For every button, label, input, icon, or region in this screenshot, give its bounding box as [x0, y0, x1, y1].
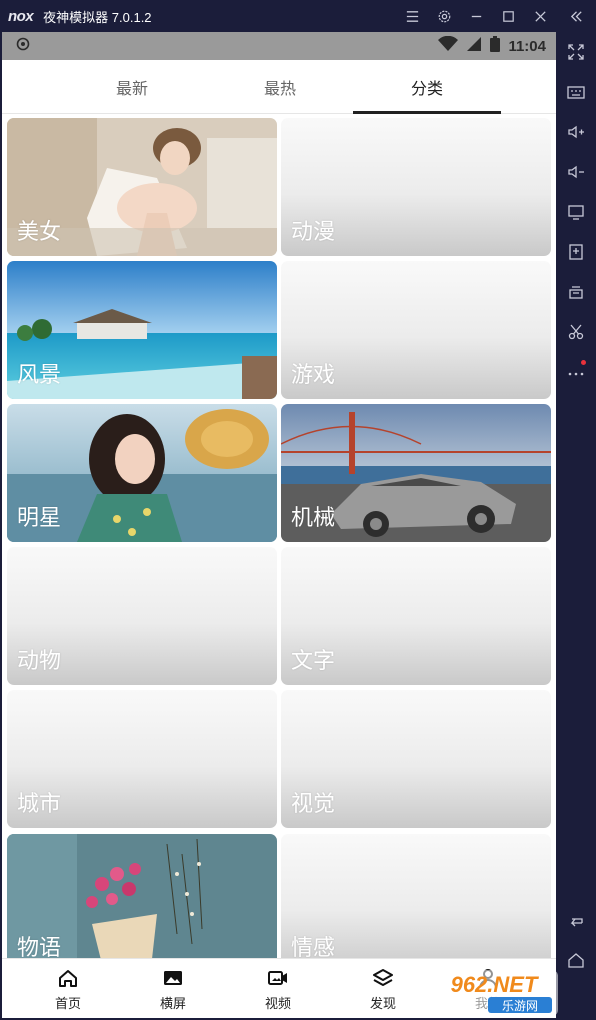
notification-dot	[581, 360, 586, 365]
collapse-sidebar-icon[interactable]	[556, 0, 596, 32]
volume-up-icon[interactable]	[556, 112, 596, 152]
battery-icon	[490, 36, 501, 56]
category-label: 动物	[17, 648, 62, 673]
category-card-machinery[interactable]: 机械	[281, 404, 551, 542]
settings-gear-icon[interactable]	[428, 0, 460, 32]
home-icon	[59, 969, 77, 987]
category-card-beauty[interactable]: 美女	[7, 118, 277, 256]
category-card-games[interactable]: 游戏	[281, 261, 551, 399]
phone-screen: 11:04 最新 最热 分类 美女 动漫 风景 游戏 明星 机械 动物 文字 城…	[2, 32, 556, 1018]
category-label: 明星	[17, 505, 62, 530]
active-tab-indicator	[353, 111, 501, 114]
emulator-title-bar: nox 夜神模拟器 7.0.1.2	[0, 0, 596, 32]
nav-discover[interactable]: 发现	[330, 959, 436, 1018]
nav-home[interactable]: 首页	[15, 959, 121, 1018]
tab-category[interactable]: 分类	[353, 60, 501, 114]
fullscreen-icon[interactable]	[556, 32, 596, 72]
category-label: 视觉	[291, 791, 336, 816]
screen-icon[interactable]	[556, 192, 596, 232]
category-label: 文字	[291, 648, 336, 673]
category-card-emotion[interactable]: 情感	[281, 834, 551, 958]
android-status-bar: 11:04	[2, 32, 556, 60]
watermark-text: 962.NET	[451, 972, 539, 997]
scissors-icon[interactable]	[556, 312, 596, 352]
category-label: 物语	[17, 935, 62, 958]
nox-logo: nox	[8, 7, 34, 25]
category-card-scenery[interactable]: 风景	[7, 261, 277, 399]
category-label: 游戏	[291, 362, 336, 387]
category-card-anime[interactable]: 动漫	[281, 118, 551, 256]
status-time: 11:04	[508, 37, 546, 55]
category-card-city[interactable]: 城市	[7, 690, 277, 828]
category-label: 美女	[17, 219, 62, 244]
maximize-icon[interactable]	[492, 0, 524, 32]
category-tabs: 最新 最热 分类	[2, 60, 556, 114]
window-title: 夜神模拟器 7.0.1.2	[43, 9, 152, 25]
video-icon	[268, 970, 287, 985]
nav-video[interactable]: 视频	[225, 959, 331, 1018]
category-label: 动漫	[291, 219, 336, 244]
category-card-story[interactable]: 物语	[7, 834, 277, 958]
category-label: 机械	[291, 505, 336, 530]
wifi-icon	[438, 35, 459, 56]
home-button-icon[interactable]	[556, 940, 596, 980]
emulator-sidebar	[556, 32, 596, 1020]
category-label: 情感	[291, 935, 336, 958]
category-label: 风景	[17, 362, 62, 387]
volume-down-icon[interactable]	[556, 152, 596, 192]
watermark-subtext: 乐游网	[502, 999, 538, 1013]
site-watermark: 962.NET 乐游网	[430, 970, 558, 1016]
more-options-icon[interactable]	[556, 352, 596, 392]
signal-icon	[466, 36, 482, 56]
layers-icon	[373, 968, 393, 986]
back-icon[interactable]	[556, 900, 596, 940]
image-icon	[164, 970, 182, 985]
close-icon[interactable]	[524, 0, 556, 32]
nav-landscape[interactable]: 横屏	[120, 959, 226, 1018]
app-notification-icon	[16, 37, 30, 56]
install-apk-icon[interactable]	[556, 232, 596, 272]
minimize-icon[interactable]	[460, 0, 492, 32]
multi-instance-icon[interactable]	[556, 272, 596, 312]
category-label: 城市	[17, 791, 62, 816]
menu-icon[interactable]	[396, 0, 428, 32]
category-card-text[interactable]: 文字	[281, 547, 551, 685]
category-card-visual[interactable]: 视觉	[281, 690, 551, 828]
tab-latest[interactable]: 最新	[58, 60, 206, 114]
category-grid: 美女 动漫 风景 游戏 明星 机械 动物 文字 城市 视觉 物语 情感	[2, 116, 556, 958]
category-card-animals[interactable]: 动物	[7, 547, 277, 685]
category-card-celebrities[interactable]: 明星	[7, 404, 277, 542]
tab-hottest[interactable]: 最热	[206, 60, 354, 114]
keyboard-icon[interactable]	[556, 72, 596, 112]
